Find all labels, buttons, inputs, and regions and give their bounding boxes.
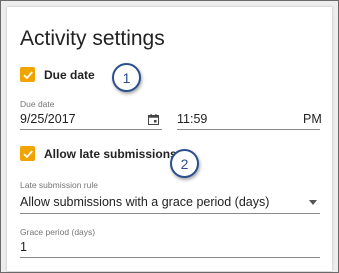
checkmark-icon	[22, 70, 33, 79]
due-time-input[interactable]: 11:59	[177, 112, 207, 126]
checkmark-icon	[22, 149, 33, 158]
grace-period-underline	[20, 257, 320, 258]
settings-panel: Activity settings Due date Due date 9/25…	[7, 7, 332, 271]
page-title: Activity settings	[20, 27, 165, 50]
due-date-checkbox-row[interactable]: Due date	[20, 67, 95, 82]
chevron-down-icon[interactable]	[309, 200, 317, 205]
callout-2: 2	[170, 149, 199, 178]
due-date-input[interactable]: 9/25/2017	[20, 112, 76, 126]
due-date-field-label: Due date	[20, 99, 55, 109]
calendar-icon[interactable]	[148, 114, 159, 125]
due-date-underline	[20, 129, 162, 130]
late-submissions-checkbox[interactable]	[20, 146, 35, 161]
late-submissions-checkbox-label: Allow late submissions	[44, 146, 177, 161]
callout-1: 1	[112, 63, 141, 92]
grace-period-field-label: Grace period (days)	[20, 227, 96, 237]
late-rule-underline	[20, 213, 320, 214]
due-date-checkbox-label: Due date	[44, 67, 95, 82]
late-rule-field-label: Late submission rule	[20, 180, 98, 190]
late-rule-select[interactable]: Allow submissions with a grace period (d…	[20, 195, 269, 209]
due-ampm-input[interactable]: PM	[303, 112, 322, 126]
due-date-checkbox[interactable]	[20, 67, 35, 82]
grace-period-input[interactable]: 1	[20, 240, 27, 254]
due-time-underline	[177, 129, 320, 130]
late-submissions-checkbox-row[interactable]: Allow late submissions	[20, 146, 177, 161]
window-frame: Activity settings Due date Due date 9/25…	[0, 0, 339, 273]
